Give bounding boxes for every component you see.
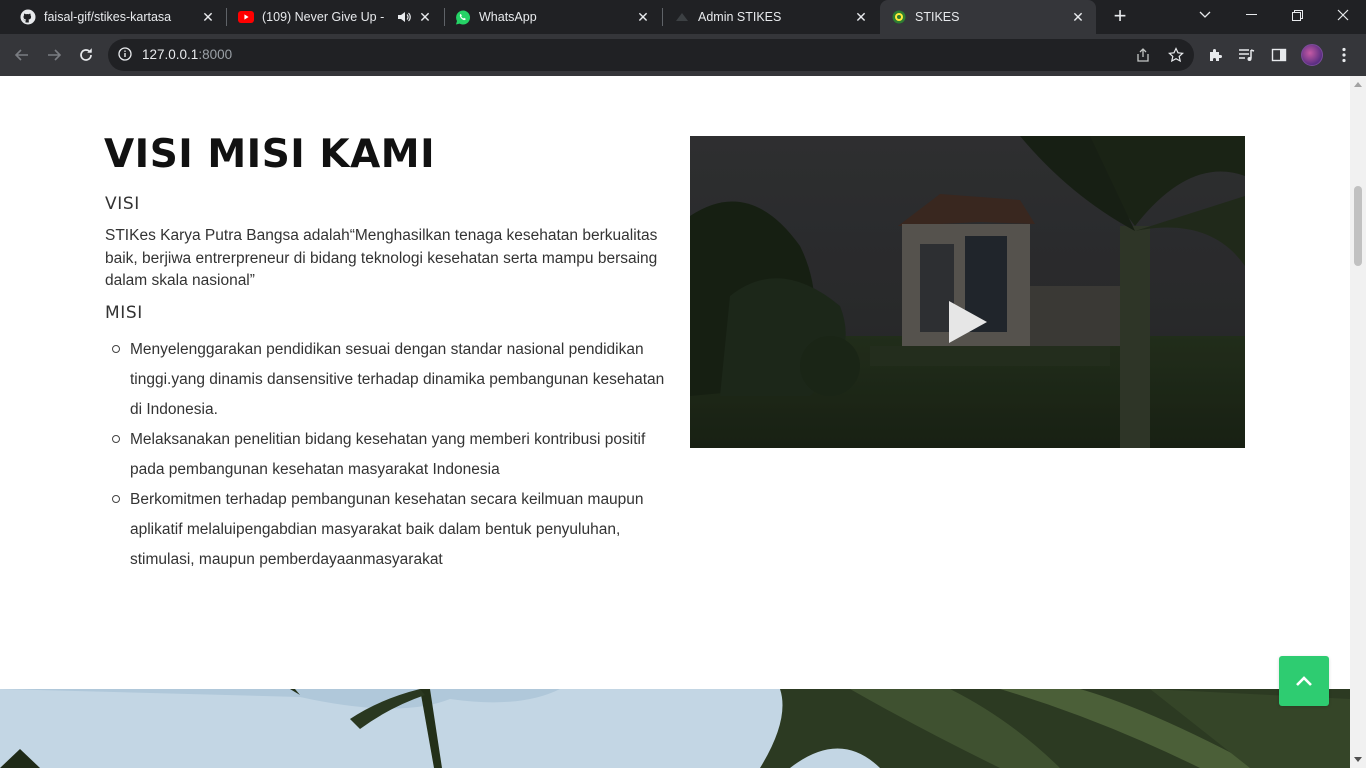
reload-icon	[80, 48, 92, 61]
new-tab-button[interactable]: +	[1108, 5, 1132, 29]
list-item: Berkomitmen terhadap pembangunan kesehat…	[105, 485, 670, 575]
tab-admin-stikes[interactable]: Admin STIKES ✕	[663, 0, 879, 34]
minimize-icon	[1245, 14, 1257, 15]
side-panel-icon[interactable]	[1269, 45, 1289, 65]
more-menu-icon[interactable]	[1334, 45, 1354, 65]
play-icon[interactable]	[947, 299, 989, 345]
profile-avatar[interactable]	[1301, 44, 1323, 66]
close-icon[interactable]: ✕	[417, 9, 433, 25]
url-port: :8000	[198, 47, 233, 62]
tab-title: WhatsApp	[479, 10, 537, 24]
reload-button[interactable]	[74, 43, 98, 67]
list-item: Menyelenggarakan pendidikan sesuai denga…	[105, 335, 670, 425]
close-window-button[interactable]	[1320, 0, 1366, 30]
tab-title: STIKES	[915, 10, 960, 24]
audio-icon[interactable]	[397, 10, 411, 27]
chevron-up-icon	[1296, 676, 1312, 686]
tab-youtube[interactable]: (109) Never Give Up - St ✕	[227, 0, 443, 34]
video-thumbnail	[690, 136, 1245, 448]
scroll-up-arrow[interactable]	[1354, 82, 1362, 87]
extensions-icon[interactable]	[1206, 45, 1226, 65]
share-icon[interactable]	[1133, 45, 1153, 65]
browser-toolbar: 127.0.0.1:8000	[0, 34, 1366, 76]
misi-heading: MISI	[105, 303, 143, 323]
tab-github[interactable]: faisal-gif/stikes-kartasa ✕	[8, 0, 226, 34]
page-viewport: VISI MISI KAMI VISI STIKes Karya Putra B…	[0, 76, 1350, 768]
tab-whatsapp[interactable]: WhatsApp ✕	[445, 0, 661, 34]
misi-list: Menyelenggarakan pendidikan sesuai denga…	[105, 335, 670, 575]
tab-title: Admin STIKES	[698, 10, 782, 24]
admin-icon	[674, 9, 690, 25]
media-control-icon[interactable]	[1237, 45, 1257, 65]
url-host: 127.0.0.1	[142, 47, 199, 62]
close-icon[interactable]: ✕	[200, 9, 216, 25]
banner-image	[0, 689, 1350, 768]
back-to-top-button[interactable]	[1279, 656, 1329, 706]
close-icon[interactable]: ✕	[853, 9, 869, 25]
tab-stikes[interactable]: STIKES ✕	[880, 0, 1096, 34]
minimize-button[interactable]	[1228, 0, 1274, 30]
tab-title: faisal-gif/stikes-kartasa	[44, 10, 172, 24]
stikes-icon	[891, 9, 907, 25]
address-bar[interactable]: 127.0.0.1:8000	[108, 39, 1194, 71]
section-title: VISI MISI KAMI	[104, 132, 436, 177]
page-scrollbar[interactable]	[1350, 76, 1366, 768]
arrow-left-icon	[14, 49, 28, 61]
whatsapp-icon	[455, 9, 471, 25]
scrollbar-thumb[interactable]	[1354, 186, 1362, 266]
forward-button[interactable]	[42, 43, 66, 67]
github-icon	[20, 9, 36, 25]
close-icon[interactable]: ✕	[1070, 9, 1086, 25]
visi-heading: VISI	[105, 194, 140, 214]
url-text: 127.0.0.1:8000	[142, 47, 232, 62]
tab-search-button[interactable]	[1182, 0, 1228, 30]
tab-strip: faisal-gif/stikes-kartasa ✕ (109) Never …	[0, 0, 1366, 34]
close-icon	[1337, 9, 1349, 21]
youtube-icon	[238, 9, 254, 25]
restore-icon	[1291, 9, 1303, 21]
visi-text: STIKes Karya Putra Bangsa adalah“Menghas…	[105, 227, 658, 289]
arrow-right-icon	[48, 49, 62, 61]
restore-button[interactable]	[1274, 0, 1320, 30]
chevron-down-icon	[1199, 11, 1211, 18]
back-button[interactable]	[10, 43, 34, 67]
info-icon[interactable]	[118, 47, 132, 66]
palm-banner-image	[0, 689, 1350, 768]
bookmark-star-icon[interactable]	[1166, 45, 1186, 65]
tab-title: (109) Never Give Up - St	[262, 10, 388, 24]
close-icon[interactable]: ✕	[635, 9, 651, 25]
list-item: Melaksanakan penelitian bidang kesehatan…	[105, 425, 670, 485]
video-player[interactable]	[690, 136, 1245, 448]
scroll-down-arrow[interactable]	[1354, 757, 1362, 762]
